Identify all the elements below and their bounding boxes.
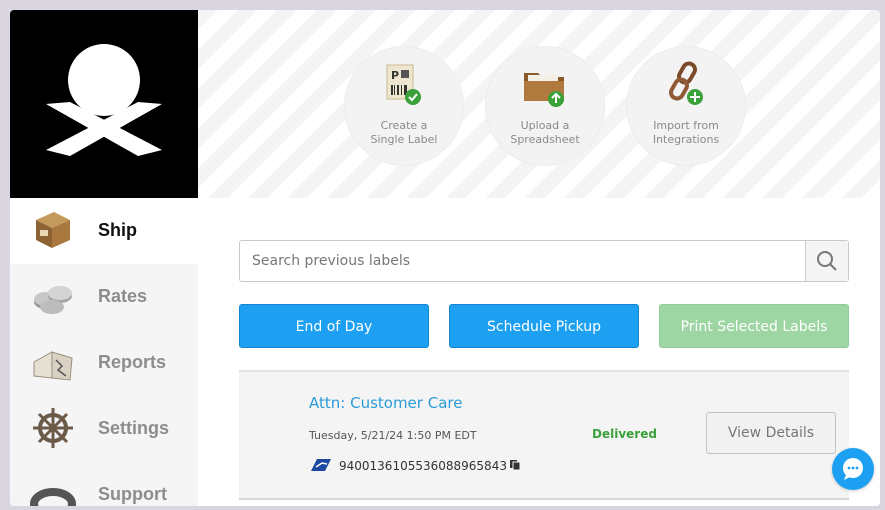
brand-logo[interactable] <box>10 10 198 198</box>
folder-upload-icon <box>520 61 570 111</box>
sidebar-item-support[interactable]: Support <box>10 462 198 506</box>
sidebar-item-label: Reports <box>98 352 167 372</box>
shipment-card: Attn: Customer Care Tuesday, 5/21/24 1:5… <box>239 370 849 500</box>
package-box-icon <box>30 208 76 252</box>
end-of-day-button[interactable]: End of Day <box>239 304 429 348</box>
chat-widget-button[interactable] <box>832 448 874 490</box>
sidebar-item-settings[interactable]: Settings <box>10 396 198 462</box>
sidebar-item-label: Support <box>98 484 167 504</box>
sidebar-item-reports[interactable]: Reports <box>10 330 198 396</box>
status-badge: Delivered <box>592 427 657 441</box>
import-integrations-text: Import from Integrations <box>652 119 720 146</box>
upload-spreadsheet-button[interactable]: Upload a Spreadsheet <box>485 46 605 166</box>
sidebar-item-label: Rates <box>98 286 148 306</box>
skull-crossbones-logo <box>46 44 162 156</box>
create-single-label-button[interactable]: P Create a Single Label <box>344 46 464 166</box>
tracking-number: 9400136105536088965843 <box>339 459 507 473</box>
search-input[interactable] <box>240 241 800 281</box>
copy-icon[interactable] <box>509 459 521 471</box>
search-icon <box>817 251 837 271</box>
ship-wheel-icon <box>30 406 76 450</box>
search-bar <box>239 240 849 282</box>
schedule-pickup-button[interactable]: Schedule Pickup <box>449 304 639 348</box>
search-button[interactable] <box>805 241 848 281</box>
chain-link-icon <box>661 61 711 111</box>
label-icon: P <box>379 61 429 111</box>
sidebar-nav: Ship Rates Reports Settings Support <box>10 198 198 506</box>
usps-eagle-icon <box>311 459 331 471</box>
view-details-button[interactable]: View Details <box>706 412 836 454</box>
sidebar-item-ship[interactable]: Ship <box>10 198 198 264</box>
print-selected-labels-button[interactable]: Print Selected Labels <box>659 304 849 348</box>
shipment-date: Tuesday, 5/21/24 1:50 PM EDT <box>309 429 477 442</box>
svg-text:P: P <box>391 69 399 82</box>
recipient-link[interactable]: Attn: Customer Care <box>309 394 462 412</box>
book-icon <box>30 340 76 384</box>
sidebar-item-label: Ship <box>98 220 137 240</box>
import-integrations-button[interactable]: Import from Integrations <box>626 46 746 166</box>
chat-bubble-icon <box>843 458 863 480</box>
create-single-label-text: Create a Single Label <box>370 119 438 146</box>
coins-icon <box>30 274 76 318</box>
upload-spreadsheet-text: Upload a Spreadsheet <box>510 119 580 146</box>
life-ring-icon <box>30 472 76 506</box>
app-window: P Create a Single Label Upload a Spreads… <box>10 10 880 506</box>
sidebar-item-label: Settings <box>98 418 170 438</box>
sidebar-item-rates[interactable]: Rates <box>10 264 198 330</box>
